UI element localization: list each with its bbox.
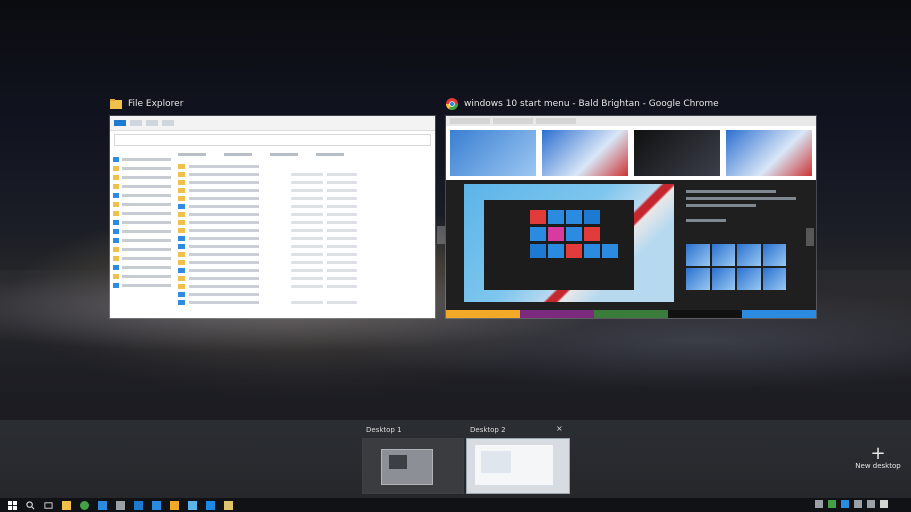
settings-icon[interactable] [134,500,143,510]
browser-tab-strip [446,116,816,126]
photos-icon[interactable] [170,500,179,510]
chrome-icon [446,98,458,110]
window-title-text: File Explorer [128,99,184,109]
ribbon-tab-home [130,120,142,126]
keyboard-icon[interactable] [880,500,888,508]
new-desktop-button[interactable]: + New desktop [848,443,908,471]
file-explorer-icon[interactable] [62,500,71,510]
image-details-panel [686,186,808,298]
search-icon[interactable] [26,500,35,510]
desktop-1-window-content [389,455,407,469]
desktop-2-label[interactable]: Desktop 2 [470,426,506,434]
window-title-file-explorer[interactable]: File Explorer [110,98,183,110]
chrome-icon[interactable] [80,500,89,510]
file-list [174,149,435,311]
battery-icon[interactable] [854,500,862,508]
file-explorer-icon [110,99,122,109]
system-tray [815,500,901,508]
edge-icon[interactable] [206,500,215,510]
network-icon[interactable] [828,500,836,508]
chrome-thumbnail[interactable] [446,116,816,318]
ribbon-tab-share [146,120,158,126]
close-desktop-icon[interactable]: × [556,424,563,433]
plus-icon: + [870,443,886,464]
start-menu-preview [484,200,634,290]
volume-icon[interactable] [841,500,849,508]
desktop-2-thumbnail[interactable] [466,438,570,494]
image-viewer [446,180,816,310]
window-title-chrome[interactable]: windows 10 start menu - Bald Brightan - … [446,98,719,110]
chevron-up-icon[interactable] [815,500,823,508]
folder-icon[interactable] [224,500,233,510]
window-title-text: windows 10 start menu - Bald Brightan - … [464,99,719,109]
mail-icon[interactable] [116,500,125,510]
desktop-2-window-content [481,451,511,473]
previous-window-arrow-icon[interactable] [437,226,445,244]
clock[interactable] [893,500,901,508]
desktop-1-label[interactable]: Desktop 1 [366,426,402,434]
task-view-icon[interactable] [44,501,53,510]
notification-icon[interactable] [867,500,875,508]
ribbon [110,116,435,131]
image-strip [446,126,816,180]
start-icon[interactable] [8,500,17,510]
image-footer-strip [446,310,816,318]
next-window-arrow-icon[interactable] [806,228,814,246]
ribbon-tab-view [162,120,174,126]
store-icon[interactable] [98,500,107,510]
new-desktop-label: New desktop [855,462,901,470]
weather-icon[interactable] [188,500,197,510]
calendar-icon[interactable] [152,500,161,510]
desktop-1-thumbnail[interactable] [362,438,464,494]
taskbar [0,498,911,512]
address-bar [114,134,431,146]
navigation-pane [110,149,174,311]
ribbon-tab-file [114,120,126,126]
file-explorer-thumbnail[interactable] [110,116,435,318]
preview-image [464,184,674,302]
